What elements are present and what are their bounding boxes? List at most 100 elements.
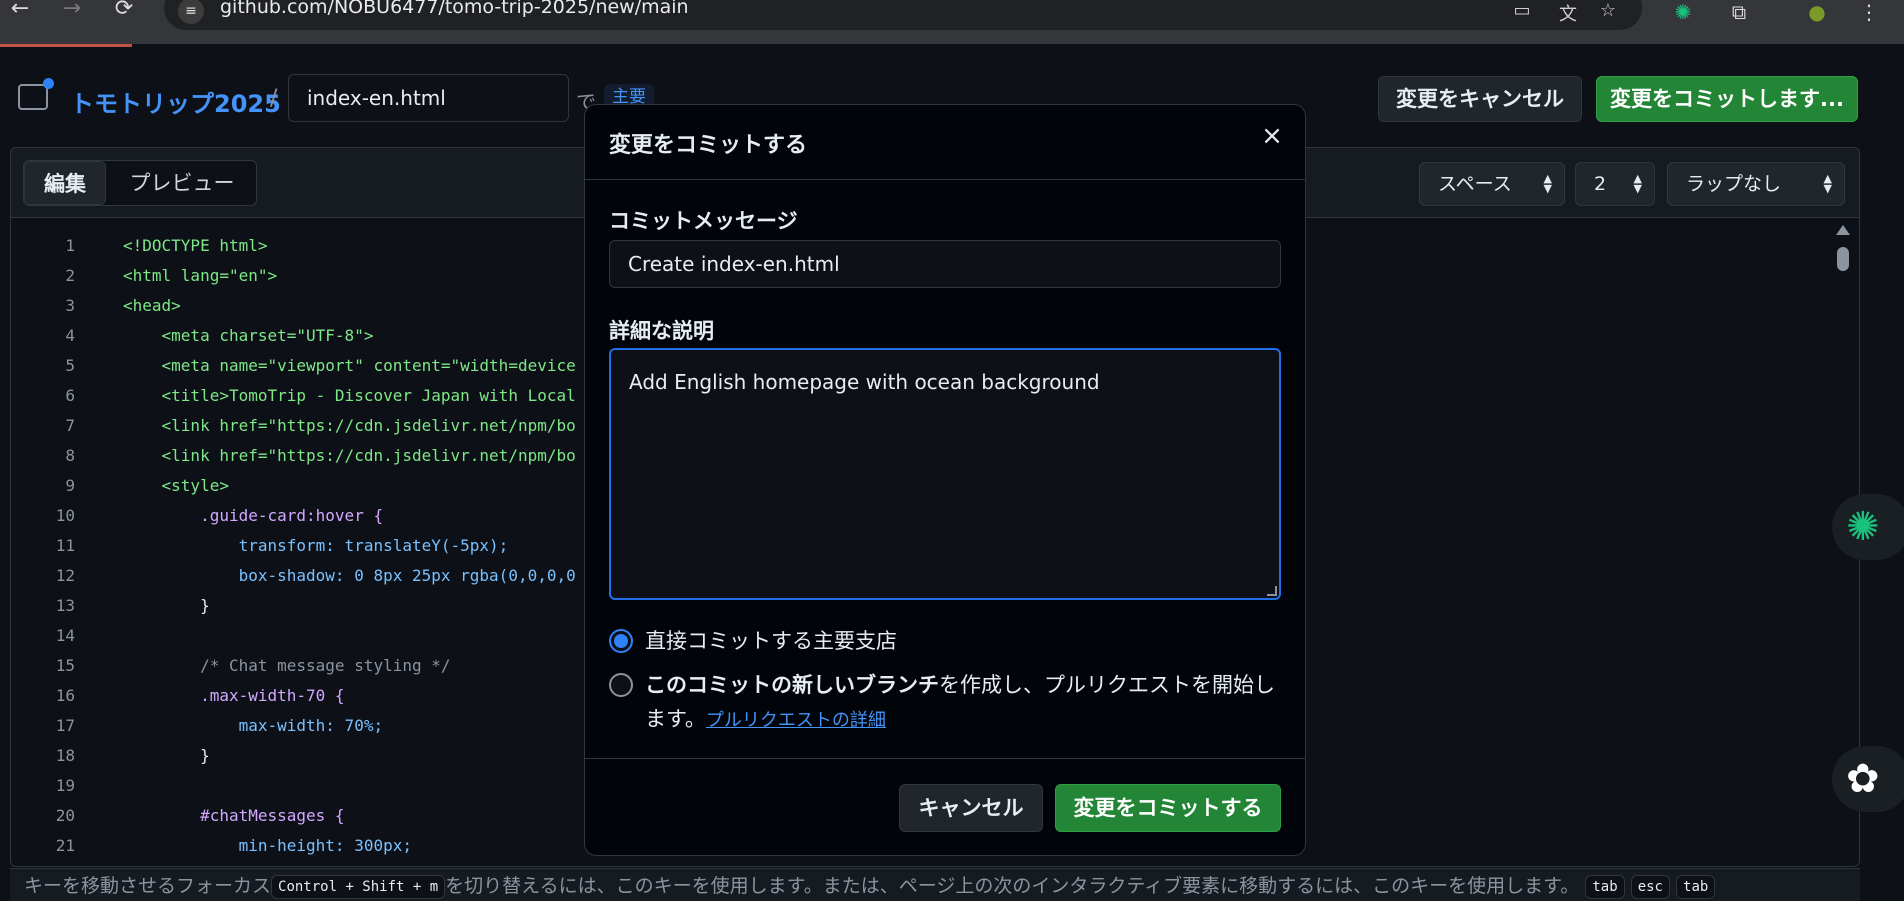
tab-edit[interactable]: 編集 [24, 161, 106, 205]
line-code[interactable]: .guide-card:hover { [123, 501, 383, 531]
indent-size-select[interactable]: 2 ▲ ▼ [1575, 162, 1655, 206]
line-code[interactable]: box-shadow: 0 8px 25px rgba(0,0,0,0 [123, 561, 576, 591]
new-branch-radio[interactable] [609, 673, 633, 697]
select-arrows-icon: ▲ ▼ [1633, 172, 1642, 195]
line-code[interactable]: min-height: 300px; [123, 831, 412, 861]
back-icon[interactable]: ← [2, 0, 38, 28]
line-code[interactable]: <html lang="en"> [123, 261, 277, 291]
line-number: 19 [55, 776, 75, 795]
line-code[interactable]: max-width: 70%; [123, 711, 384, 741]
line-number: 4 [65, 326, 75, 345]
line-code[interactable]: /* Chat message styling */ [123, 651, 450, 681]
commit-message-input[interactable]: Create index-en.html [609, 240, 1281, 288]
line-code[interactable]: <link href="https://cdn.jsdelivr.net/npm… [123, 441, 576, 471]
chatgpt-extension-icon[interactable]: ✺ [1666, 0, 1700, 26]
kbd-esc: esc [1630, 874, 1670, 899]
line-number: 5 [65, 356, 75, 375]
line-number: 11 [55, 536, 75, 555]
cancel-changes-button[interactable]: 変更をキャンセル [1378, 76, 1582, 122]
repo-link[interactable]: トモトリップ2025 [70, 84, 281, 119]
line-number: 18 [55, 746, 75, 765]
tab-preview[interactable]: プレビュー [108, 161, 256, 205]
site-info-icon[interactable]: ≡ [178, 0, 204, 24]
resize-handle-icon[interactable] [1267, 586, 1277, 596]
extensions-icon[interactable]: ⧉ [1722, 0, 1756, 26]
file-tree-toggle-icon[interactable] [18, 78, 54, 110]
kbd-tab: tab [1676, 874, 1716, 899]
chatgpt-icon: ✺ [1846, 504, 1880, 550]
line-number: 16 [55, 686, 75, 705]
line-code[interactable]: } [123, 591, 210, 621]
line-number: 17 [55, 716, 75, 735]
translate-icon[interactable]: 文 [1554, 0, 1582, 25]
line-code[interactable]: <meta charset="UTF-8"> [123, 321, 374, 351]
commit-dialog: 変更をコミットする × コミットメッセージ Create index-en.ht… [584, 104, 1306, 856]
path-separator: / [270, 86, 278, 111]
line-number: 8 [65, 446, 75, 465]
dialog-footer-divider [585, 758, 1305, 759]
openai-float-button[interactable]: ✿ [1832, 746, 1904, 812]
line-code[interactable]: .max-width-70 { [123, 681, 345, 711]
select-arrows-icon: ▲ ▼ [1543, 172, 1552, 195]
hint-text-before: キーを移動させるフォーカス [24, 875, 272, 897]
description-text: Add English homepage with ocean backgrou… [629, 370, 1100, 394]
line-code[interactable]: <meta name="viewport" content="width=dev… [123, 351, 576, 381]
chatgpt-float-button[interactable]: ✺ [1832, 494, 1904, 560]
line-code[interactable]: transform: translateY(-5px); [123, 531, 509, 561]
description-label: 詳細な説明 [609, 319, 714, 343]
edit-preview-toggle: 編集 プレビュー [23, 160, 257, 206]
openai-icon: ✿ [1846, 756, 1880, 802]
line-code[interactable]: <link href="https://cdn.jsdelivr.net/npm… [123, 411, 576, 441]
cancel-button[interactable]: キャンセル [899, 784, 1043, 832]
cast-icon[interactable]: ▭ [1508, 0, 1536, 24]
commit-changes-button[interactable]: 変更をコミットします... [1596, 76, 1858, 122]
commit-direct-label[interactable]: 直接コミットする主要支店 [645, 624, 897, 658]
commit-button[interactable]: 変更をコミットする [1055, 784, 1281, 832]
close-icon[interactable]: × [1255, 119, 1289, 153]
pull-request-learn-link[interactable]: プルリクエストの詳細 [706, 710, 886, 731]
new-branch-label[interactable]: このコミットの新しいブランチを作成し、プルリクエストを開始します。プルリクエスト… [645, 668, 1285, 738]
select-arrows-icon: ▲ ▼ [1823, 172, 1832, 195]
bookmark-star-icon[interactable]: ☆ [1594, 0, 1622, 24]
indent-mode-value: スペース [1438, 173, 1512, 195]
wrap-mode-select[interactable]: ラップなし ▲ ▼ [1667, 162, 1845, 206]
scroll-thumb[interactable] [1837, 247, 1849, 271]
line-number: 13 [55, 596, 75, 615]
line-number: 10 [55, 506, 75, 525]
line-number: 7 [65, 416, 75, 435]
line-code[interactable]: <!DOCTYPE html> [123, 231, 268, 261]
profile-avatar-icon[interactable]: ● [1800, 0, 1834, 26]
reload-icon[interactable]: ⟳ [106, 0, 142, 28]
commit-direct-radio[interactable] [609, 629, 633, 653]
wrap-mode-value: ラップなし [1686, 173, 1782, 195]
notification-dot [43, 78, 54, 89]
line-code[interactable]: } [123, 741, 210, 771]
line-number: 15 [55, 656, 75, 675]
indent-mode-select[interactable]: スペース ▲ ▼ [1419, 162, 1565, 206]
new-branch-label-bold: このコミットの新しいブランチ [645, 673, 939, 697]
line-code[interactable]: #chatMessages { [123, 801, 345, 831]
line-number: 1 [65, 236, 75, 255]
address-bar[interactable]: ≡ github.com/NOBU6477/tomo-trip-2025/new… [164, 0, 1642, 30]
dialog-divider [585, 179, 1305, 180]
indent-size-value: 2 [1594, 173, 1607, 195]
commit-message-label: コミットメッセージ [609, 209, 798, 233]
line-code[interactable]: <title>TomoTrip - Discover Japan with Lo… [123, 381, 576, 411]
line-number: 20 [55, 806, 75, 825]
forward-icon[interactable]: → [54, 0, 90, 28]
kbd-tab: tab [1585, 874, 1625, 899]
dialog-title: 変更をコミットする [609, 133, 808, 158]
url-text[interactable]: github.com/NOBU6477/tomo-trip-2025/new/m… [220, 0, 689, 18]
line-number: 21 [55, 836, 75, 855]
browser-menu-icon[interactable]: ⋮ [1852, 0, 1886, 26]
line-number: 12 [55, 566, 75, 585]
line-code[interactable]: <style> [123, 471, 229, 501]
scroll-up-icon[interactable] [1836, 225, 1850, 235]
hint-text-after: を切り替えるには、このキーを使用します。または、ページ上の次のインタラクティブ要… [445, 875, 1580, 897]
filename-input[interactable]: index-en.html [288, 74, 569, 122]
line-number: 2 [65, 266, 75, 285]
line-code[interactable]: <head> [123, 291, 181, 321]
line-number: 14 [55, 626, 75, 645]
kbd-shortcut: Control + Shift + m [271, 874, 446, 899]
description-textarea[interactable]: Add English homepage with ocean backgrou… [609, 348, 1281, 600]
